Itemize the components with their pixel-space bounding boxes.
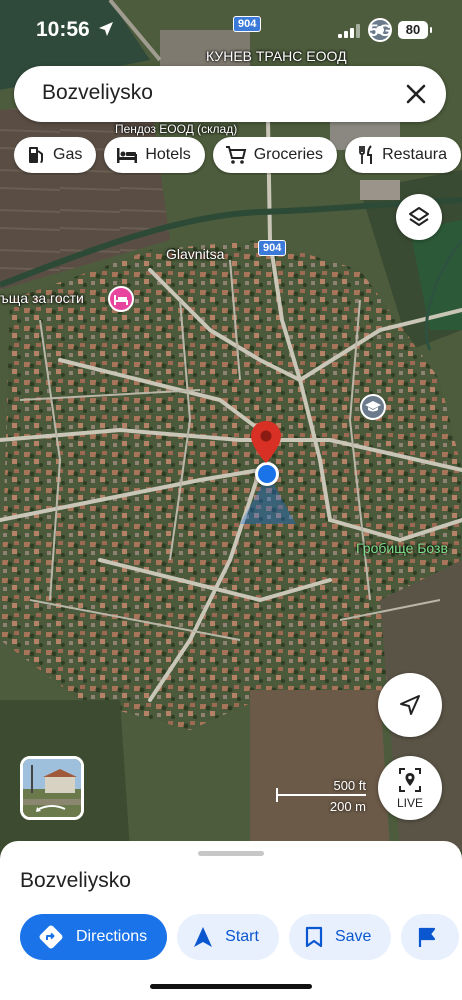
search-bar[interactable]: Bozveliysko (14, 66, 446, 122)
map-label-cemetery[interactable]: Гробище Бозв (356, 540, 448, 556)
status-bar: 10:56 5G 80 (0, 0, 462, 60)
start-button[interactable]: Start (177, 914, 279, 960)
chip-label: Gas (53, 146, 83, 163)
start-label: Start (225, 928, 259, 945)
chip-label: Restaura (382, 146, 447, 163)
save-button[interactable]: Save (288, 914, 392, 960)
save-label: Save (334, 928, 372, 945)
layers-icon (409, 207, 429, 226)
street-view-thumbnail[interactable] (20, 756, 84, 820)
search-query[interactable]: Bozveliysko (42, 81, 153, 105)
location-arrow-icon (99, 22, 113, 36)
scale-feet: 500 ft (333, 778, 366, 793)
directions-icon (39, 925, 63, 949)
scale-meters: 200 m (329, 799, 366, 814)
hotel-poi-icon[interactable] (108, 286, 134, 312)
live-view-icon (399, 768, 421, 792)
chip-label: Hotels (145, 146, 191, 163)
navigation-start-icon (194, 927, 213, 947)
navigation-arrow-icon (400, 695, 420, 715)
location-pin-icon[interactable] (251, 421, 281, 463)
chip-groceries[interactable]: Groceries (212, 137, 338, 173)
place-sheet[interactable]: Bozveliysko Directions Start Save (0, 841, 462, 1000)
label-button[interactable] (401, 914, 460, 960)
map-label-warehouse[interactable]: Пендоз ЕООД (склад) (115, 122, 237, 136)
directions-button[interactable]: Directions (20, 914, 168, 960)
cart-icon (225, 146, 246, 164)
sheet-grabber[interactable] (198, 851, 264, 856)
street-view-image (23, 759, 81, 817)
network-type: 5G (369, 21, 392, 40)
bookmark-icon (305, 926, 323, 948)
flag-icon (419, 927, 436, 947)
gas-station-icon (29, 147, 43, 163)
fork-knife-icon (359, 145, 373, 164)
scale-bar (276, 794, 366, 796)
chip-hotels[interactable]: Hotels (104, 137, 205, 173)
map-label-guesthouse[interactable]: ъща за гости (0, 290, 84, 306)
chip-label: Groceries (253, 146, 324, 163)
school-poi-icon[interactable] (360, 394, 386, 420)
bed-icon (117, 148, 138, 163)
chip-restaurants[interactable]: Restaura (345, 137, 461, 173)
action-buttons: Directions Start Save (20, 914, 462, 962)
category-chips: Gas Hotels Groceries Restaura (14, 137, 462, 175)
layers-button[interactable] (396, 194, 442, 240)
close-icon[interactable] (404, 82, 428, 106)
directions-label: Directions (76, 928, 148, 945)
live-label: LIVE (396, 796, 423, 810)
live-view-button[interactable]: LIVE (378, 756, 442, 820)
battery-icon: 80 (398, 21, 432, 39)
map-scale: 500 ft 200 m (276, 778, 368, 818)
signal-icon (338, 24, 360, 38)
road-number-shield-2: 904 (258, 240, 287, 256)
my-location-dot (255, 462, 279, 486)
home-indicator (150, 984, 312, 989)
chip-gas[interactable]: Gas (14, 137, 97, 173)
status-time: 10:56 (36, 18, 90, 41)
map-label-village[interactable]: Glavnitsa (166, 246, 224, 262)
my-location-button[interactable] (378, 673, 442, 737)
place-title: Bozveliysko (20, 869, 131, 892)
